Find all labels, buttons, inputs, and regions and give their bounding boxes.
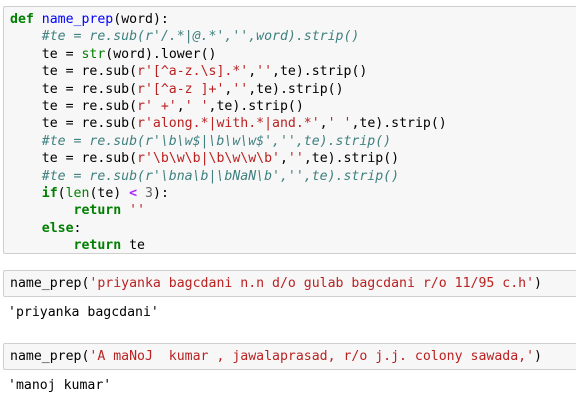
code-cell-call-2[interactable]: name_prep('A maNoJ kumar , jawalaprasad,… [3, 343, 576, 370]
code-token: (word): [113, 12, 169, 27]
code-token: r'[^a-z.\s].*' [137, 64, 249, 80]
code-token: te = re.sub( [10, 81, 138, 97]
output-text-1: 'priyanka bagcdani' [8, 305, 159, 320]
code-line: return te [10, 237, 576, 254]
code-token: ,te).strip() [208, 98, 304, 114]
code-token: len [65, 185, 90, 201]
code-token: return [73, 203, 122, 219]
code-token: te = re.sub( [10, 116, 138, 132]
code-line: #te = re.sub(r'\bna\b|\bNaN\b','',te).st… [10, 168, 576, 185]
code-token: ( [57, 185, 66, 201]
output-text-2: 'manoj kumar' [8, 378, 112, 393]
code-token: ' ' [184, 98, 209, 114]
code-token: r' +' [137, 98, 177, 114]
code-line: else: [10, 220, 576, 237]
code-editor[interactable]: name_prep('A maNoJ kumar , jawalaprasad,… [4, 344, 576, 365]
code-cell-function-definition[interactable]: def name_prep(word): #te = re.sub(r'/.*|… [3, 6, 576, 254]
code-line: te = re.sub(r'[^a-z ]+','',te).strip() [10, 81, 576, 98]
code-token: (te) [89, 185, 130, 201]
code-line: #te = re.sub(r'/.*|@.*','',word).strip() [10, 28, 576, 45]
code-token: te = re.sub( [10, 98, 138, 114]
code-token: te = re.sub( [10, 64, 138, 80]
code-token: te [121, 238, 145, 254]
code-token: ' ' [327, 116, 352, 132]
code-token: def [10, 12, 34, 27]
code-token: #te = re.sub(r'\b\w$|\b\w\w$','',te).str… [41, 133, 392, 149]
code-token: r'\b\w\b|\b\w\w\b' [137, 151, 280, 167]
code-token: : [73, 220, 82, 236]
code-line: te = re.sub(r'along.*|with.*|and.*',' ',… [10, 115, 576, 132]
code-token: ): [153, 185, 169, 201]
code-token: ,te).strip() [303, 151, 400, 167]
code-token: '' [256, 64, 273, 80]
code-token: else [41, 220, 74, 236]
code-token: te = [10, 46, 82, 62]
code-token: , [248, 64, 257, 80]
code-line: #te = re.sub(r'\b\w$|\b\w\w$','',te).str… [10, 133, 576, 150]
code-token: str [81, 46, 106, 62]
code-editor[interactable]: def name_prep(word): #te = re.sub(r'/.*|… [4, 7, 576, 254]
code-token: r'[^a-z ]+' [137, 81, 225, 97]
code-token: (word).lower() [105, 46, 217, 62]
code-line: te = re.sub(r' +',' ',te).strip() [10, 98, 576, 115]
code-line: def name_prep(word): [10, 11, 576, 28]
code-token: r'along.*|with.*|and.*' [137, 116, 320, 132]
code-token: #te = re.sub(r'\bna\b|\bNaN\b','',te).st… [41, 168, 400, 184]
code-token: ) [534, 349, 542, 364]
code-line: if(len(te) < 3): [10, 185, 576, 202]
code-token: < [129, 185, 138, 201]
code-token: , [319, 116, 328, 132]
code-token: name_prep [41, 12, 114, 27]
code-token: name_prep( [10, 349, 90, 364]
code-line: name_prep('A maNoJ kumar , jawalaprasad,… [10, 348, 576, 365]
code-line: te = str(word).lower() [10, 46, 576, 63]
code-token: 'A maNoJ kumar , jawalaprasad, r/o j.j. … [89, 349, 535, 364]
code-token: , [176, 98, 185, 114]
code-token: '' [232, 81, 249, 97]
code-token: , [279, 151, 288, 167]
code-token: name_prep( [10, 276, 90, 291]
code-token: #te = re.sub(r'/.*|@.*','',word).strip() [41, 29, 360, 45]
code-token: ) [534, 276, 542, 291]
code-line: te = re.sub(r'[^a-z.\s].*','',te).strip(… [10, 63, 576, 80]
code-token: ,te).strip() [351, 116, 447, 132]
code-token: ,te).strip() [248, 81, 344, 97]
code-token: '' [129, 203, 146, 219]
code-line: name_prep('priyanka bagcdani n.n d/o gul… [10, 275, 576, 292]
code-token: 3 [145, 185, 153, 201]
code-token: if [41, 185, 58, 201]
code-line: return '' [10, 202, 576, 219]
code-line: te = re.sub(r'\b\w\b|\b\w\w\b','',te).st… [10, 150, 576, 167]
code-token: return [73, 238, 122, 254]
code-cell-call-1[interactable]: name_prep('priyanka bagcdani n.n d/o gul… [3, 270, 576, 297]
code-editor[interactable]: name_prep('priyanka bagcdani n.n d/o gul… [4, 271, 576, 292]
code-token: '' [287, 151, 304, 167]
code-token: ,te).strip() [272, 64, 368, 80]
code-token: te = re.sub( [10, 151, 138, 167]
code-token: 'priyanka bagcdani n.n d/o gulab bagcdan… [89, 276, 535, 291]
